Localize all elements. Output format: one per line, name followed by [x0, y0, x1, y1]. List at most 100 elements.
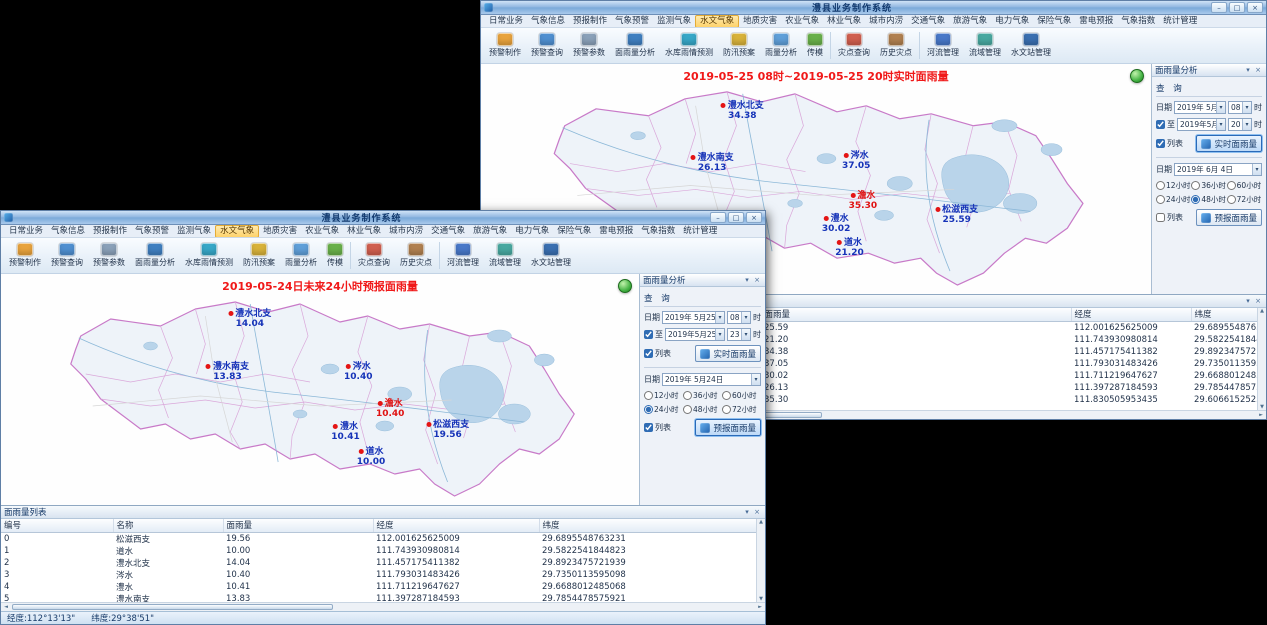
forecast-date-combo[interactable]: 2019年 6月 4日▾	[1174, 163, 1262, 176]
column-header-名称[interactable]: 名称	[113, 519, 223, 532]
horizontal-scrollbar[interactable]: ◄ ►	[1, 602, 765, 611]
menu-tab-雷电预报[interactable]: 雷电预报	[595, 226, 637, 237]
toolbar-button-流域管理[interactable]: 流域管理	[484, 239, 526, 272]
end-date-combo[interactable]: 2019年5月25日▾	[665, 328, 725, 341]
chevron-down-icon[interactable]: ▾	[1242, 119, 1251, 130]
menu-tab-雷电预报[interactable]: 雷电预报	[1075, 16, 1117, 27]
menu-tab-农业气象[interactable]: 农业气象	[781, 16, 823, 27]
list-checkbox[interactable]	[644, 423, 653, 432]
toolbar-button-水库雨情预测[interactable]: 水库雨情预测	[660, 29, 718, 62]
minimize-button[interactable]: –	[1211, 2, 1227, 13]
realtime-rainfall-button[interactable]: 实时面雨量	[695, 345, 761, 362]
menu-tab-监测气象[interactable]: 监测气象	[173, 226, 215, 237]
radio-input[interactable]	[1156, 195, 1165, 204]
end-date-combo[interactable]: 2019年5月25日▾	[1177, 118, 1226, 131]
scrollbar-thumb[interactable]	[12, 604, 333, 610]
radio-input[interactable]	[722, 405, 731, 414]
menu-tab-旅游气象[interactable]: 旅游气象	[469, 226, 511, 237]
maximize-button[interactable]: □	[728, 212, 744, 223]
map-globe-button[interactable]	[1130, 69, 1144, 83]
table-row[interactable]: 1道水10.00111.74393098081429.5822541844823	[1, 545, 765, 557]
toolbar-button-雨量分析[interactable]: 雨量分析	[760, 29, 802, 62]
list-checkbox[interactable]	[1156, 139, 1165, 148]
chevron-down-icon[interactable]: ▾	[1242, 102, 1251, 113]
toolbar-button-水库雨情预测[interactable]: 水库雨情预测	[180, 239, 238, 272]
titlebar[interactable]: 澧县业务制作系统 – □ ×	[481, 1, 1266, 15]
menu-tab-地质灾害[interactable]: 地质灾害	[259, 226, 301, 237]
toolbar-button-水文站管理[interactable]: 水文站管理	[1006, 29, 1056, 62]
close-button[interactable]: ×	[1247, 2, 1263, 13]
vertical-scrollbar[interactable]: ▲▼	[1257, 308, 1266, 410]
duration-radio-72小时[interactable]: 72小时	[722, 404, 761, 415]
toolbar-button-雨量分析[interactable]: 雨量分析	[280, 239, 322, 272]
close-icon[interactable]: ×	[1253, 66, 1263, 74]
toolbar-button-传模[interactable]: 传模	[802, 29, 828, 62]
column-header-面雨量[interactable]: 面雨量	[761, 308, 1071, 321]
radio-input[interactable]	[722, 391, 731, 400]
end-date-checkbox[interactable]	[1156, 120, 1165, 129]
table-row[interactable]: 2澧水北支14.04111.45717541138229.89234757219…	[1, 557, 765, 569]
radio-input[interactable]	[683, 391, 692, 400]
radio-input[interactable]	[644, 391, 653, 400]
radio-input[interactable]	[1191, 181, 1200, 190]
scroll-up-icon[interactable]: ▲	[759, 519, 763, 525]
duration-radio-60小时[interactable]: 60小时	[722, 390, 761, 401]
duration-radio-48小时[interactable]: 48小时	[1191, 194, 1226, 205]
duration-radio-12小时[interactable]: 12小时	[1156, 180, 1191, 191]
chevron-down-icon[interactable]: ▾	[1252, 164, 1261, 175]
radio-input[interactable]	[1227, 195, 1236, 204]
radio-input[interactable]	[1156, 181, 1165, 190]
radio-input[interactable]	[1191, 195, 1200, 204]
table-row[interactable]: 0松滋西支19.56112.00162562500929.68955487632…	[1, 532, 765, 545]
forecast-rainfall-button[interactable]: 预报面雨量	[1196, 209, 1262, 226]
menu-tab-地质灾害[interactable]: 地质灾害	[739, 16, 781, 27]
duration-radio-48小时[interactable]: 48小时	[683, 404, 722, 415]
minimize-button[interactable]: –	[710, 212, 726, 223]
menu-tab-日常业务[interactable]: 日常业务	[5, 226, 47, 237]
column-header-面雨量[interactable]: 面雨量	[223, 519, 373, 532]
menu-tab-预报制作[interactable]: 预报制作	[569, 16, 611, 27]
close-icon[interactable]: ×	[752, 508, 762, 516]
menu-tab-气象信息[interactable]: 气象信息	[47, 226, 89, 237]
menu-tab-电力气象[interactable]: 电力气象	[991, 16, 1033, 27]
toolbar-button-防汛预案[interactable]: 防汛预案	[238, 239, 280, 272]
duration-radio-72小时[interactable]: 72小时	[1227, 194, 1262, 205]
column-header-经度[interactable]: 经度	[373, 519, 539, 532]
duration-radio-12小时[interactable]: 12小时	[644, 390, 683, 401]
vertical-scrollbar[interactable]: ▲▼	[756, 519, 765, 602]
duration-radio-24小时[interactable]: 24小时	[644, 404, 683, 415]
menu-tab-气象指数[interactable]: 气象指数	[1117, 16, 1159, 27]
toolbar-button-面雨量分析[interactable]: 面雨量分析	[130, 239, 180, 272]
scroll-right-icon[interactable]: ►	[1256, 411, 1266, 419]
menu-tab-林业气象[interactable]: 林业气象	[343, 226, 385, 237]
toolbar-button-历史灾点[interactable]: 历史灾点	[875, 29, 917, 62]
toolbar-button-预警参数[interactable]: 预警参数	[568, 29, 610, 62]
radio-input[interactable]	[683, 405, 692, 414]
close-icon[interactable]: ×	[1253, 297, 1263, 305]
table-row[interactable]: 5澧水南支13.83111.39728718459329.78544785759…	[1, 593, 765, 603]
scroll-right-icon[interactable]: ►	[755, 603, 765, 611]
table-row[interactable]: 3涔水10.40111.79303148342629.7350113595098	[1, 569, 765, 581]
forecast-date-combo[interactable]: 2019年 5月24日▾	[662, 373, 761, 386]
pin-icon[interactable]: ▾	[1243, 297, 1253, 305]
menu-tab-预报制作[interactable]: 预报制作	[89, 226, 131, 237]
chevron-down-icon[interactable]: ▾	[715, 312, 724, 323]
list-checkbox[interactable]	[644, 349, 653, 358]
menu-tab-监测气象[interactable]: 监测气象	[653, 16, 695, 27]
menu-tab-城市内涝[interactable]: 城市内涝	[385, 226, 427, 237]
table-row[interactable]: 4澧水10.41111.71121964762729.6688012485068	[1, 581, 765, 593]
scroll-left-icon[interactable]: ◄	[1, 603, 11, 611]
toolbar-button-河流管理[interactable]: 河流管理	[922, 29, 964, 62]
column-header-编号[interactable]: 编号	[1, 519, 113, 532]
chevron-down-icon[interactable]: ▾	[1216, 102, 1225, 113]
menu-tab-气象指数[interactable]: 气象指数	[637, 226, 679, 237]
chevron-down-icon[interactable]: ▾	[741, 312, 750, 323]
toolbar-button-预警参数[interactable]: 预警参数	[88, 239, 130, 272]
menu-tab-气象预警[interactable]: 气象预警	[611, 16, 653, 27]
map-area[interactable]: 2019-05-24日未来24小时预报面雨量 澧水北支14.04澧水南支13.8…	[1, 274, 639, 505]
menu-tab-城市内涝[interactable]: 城市内涝	[865, 16, 907, 27]
start-date-combo[interactable]: 2019年 5月25日▾	[1174, 101, 1226, 114]
menu-tab-电力气象[interactable]: 电力气象	[511, 226, 553, 237]
list-checkbox[interactable]	[1156, 213, 1165, 222]
toolbar-button-预警制作[interactable]: 预警制作	[4, 239, 46, 272]
